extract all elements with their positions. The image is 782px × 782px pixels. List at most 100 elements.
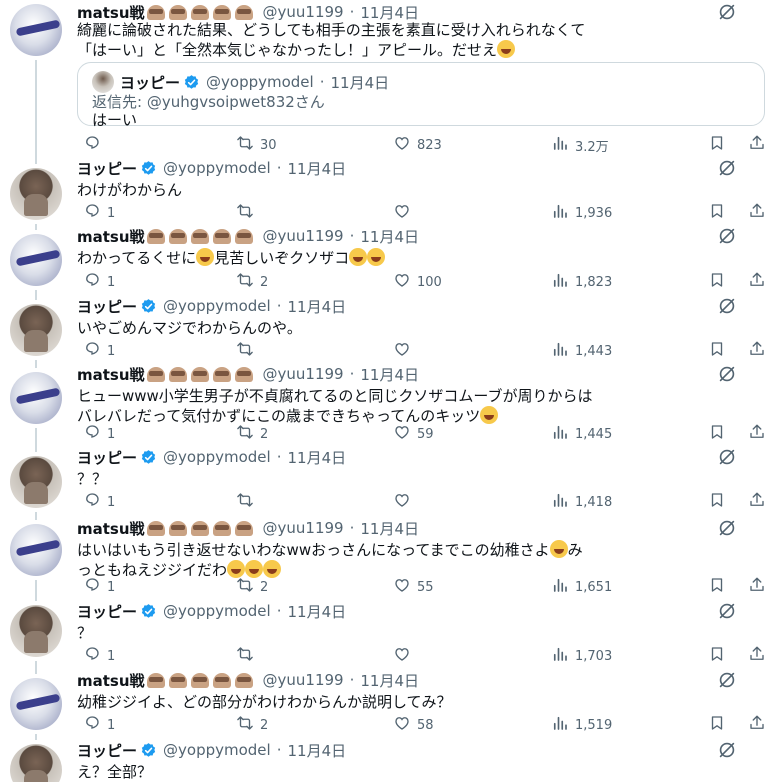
avatar[interactable]: [10, 168, 62, 220]
share-button[interactable]: [742, 341, 766, 361]
share-button[interactable]: [742, 646, 766, 666]
grok-icon[interactable]: [716, 739, 738, 761]
repost-button[interactable]: [230, 646, 260, 666]
bookmark-button[interactable]: [702, 272, 726, 292]
author-handle[interactable]: @yoppymodel: [163, 159, 271, 177]
repost-button[interactable]: [230, 341, 260, 361]
repost-button[interactable]: 2: [230, 272, 268, 292]
author-name[interactable]: matsu戦: [77, 226, 145, 247]
repost-button[interactable]: 2: [230, 577, 268, 597]
author-handle[interactable]: @yuu1199: [263, 227, 344, 245]
share-button[interactable]: [742, 577, 766, 597]
repost-button[interactable]: [230, 203, 260, 223]
views-button[interactable]: 1,823: [545, 272, 612, 292]
bookmark-button[interactable]: [702, 424, 726, 444]
author-handle[interactable]: @yoppymodel: [163, 297, 271, 315]
author-handle[interactable]: @yuu1199: [263, 3, 344, 21]
avatar[interactable]: [10, 524, 62, 576]
author-name[interactable]: ヨッピー: [77, 447, 137, 468]
views-button[interactable]: 1,651: [545, 577, 612, 597]
views-button[interactable]: 1,936: [545, 203, 612, 223]
bookmark-button[interactable]: [702, 646, 726, 666]
grok-icon[interactable]: [716, 517, 738, 539]
reply-button[interactable]: 1: [77, 646, 115, 666]
author-name[interactable]: ヨッピー: [77, 740, 137, 761]
author-handle[interactable]: @yuu1199: [263, 365, 344, 383]
like-button[interactable]: 59: [387, 424, 434, 444]
tweet-date[interactable]: 11月4日: [287, 158, 346, 179]
share-button[interactable]: [742, 272, 766, 292]
grok-icon[interactable]: [716, 225, 738, 247]
share-button[interactable]: [742, 715, 766, 735]
share-button[interactable]: [742, 135, 766, 155]
reply-button[interactable]: 1: [77, 492, 115, 512]
views-button[interactable]: 1,445: [545, 424, 612, 444]
author-handle[interactable]: @yoppymodel: [163, 448, 271, 466]
like-button[interactable]: 823: [387, 135, 442, 155]
grok-icon[interactable]: [716, 363, 738, 385]
author-handle[interactable]: @yoppymodel: [163, 602, 271, 620]
avatar[interactable]: [10, 456, 62, 508]
views-button[interactable]: 1,519: [545, 715, 612, 735]
bookmark-button[interactable]: [702, 715, 726, 735]
views-button[interactable]: 1,443: [545, 341, 612, 361]
avatar[interactable]: [10, 4, 62, 56]
share-button[interactable]: [742, 424, 766, 444]
tweet-date[interactable]: 11月4日: [360, 226, 419, 247]
reply-button[interactable]: 1: [77, 715, 115, 735]
tweet-date[interactable]: 11月4日: [360, 364, 419, 385]
repost-button[interactable]: 2: [230, 424, 268, 444]
avatar[interactable]: [10, 744, 62, 782]
like-button[interactable]: 58: [387, 715, 434, 735]
views-button[interactable]: 1,418: [545, 492, 612, 512]
repost-button[interactable]: 2: [230, 715, 268, 735]
bookmark-button[interactable]: [702, 203, 726, 223]
like-button[interactable]: [387, 341, 417, 361]
bookmark-button[interactable]: [702, 577, 726, 597]
tweet-date[interactable]: 11月4日: [360, 518, 419, 539]
tweet-date[interactable]: 11月4日: [360, 670, 419, 691]
views-button[interactable]: 1,703: [545, 646, 612, 666]
avatar[interactable]: [10, 605, 62, 657]
share-button[interactable]: [742, 492, 766, 512]
avatar[interactable]: [10, 304, 62, 356]
avatar[interactable]: [10, 678, 62, 730]
avatar[interactable]: [10, 234, 62, 286]
author-name[interactable]: ヨッピー: [77, 158, 137, 179]
reply-button[interactable]: 1: [77, 577, 115, 597]
bookmark-button[interactable]: [702, 492, 726, 512]
reply-button[interactable]: 1: [77, 424, 115, 444]
reply-button[interactable]: 1: [77, 203, 115, 223]
like-button[interactable]: 55: [387, 577, 434, 597]
repost-button[interactable]: [230, 492, 260, 512]
tweet-date[interactable]: 11月4日: [287, 601, 346, 622]
author-name[interactable]: matsu戦: [77, 364, 145, 385]
reply-button[interactable]: [77, 135, 107, 155]
author-handle[interactable]: @yuu1199: [263, 519, 344, 537]
grok-icon[interactable]: [716, 295, 738, 317]
author-handle[interactable]: @yuu1199: [263, 671, 344, 689]
author-name[interactable]: ヨッピー: [77, 296, 137, 317]
bookmark-button[interactable]: [702, 135, 726, 155]
like-button[interactable]: [387, 203, 417, 223]
grok-icon[interactable]: [716, 669, 738, 691]
like-button[interactable]: [387, 492, 417, 512]
tweet-date[interactable]: 11月4日: [287, 740, 346, 761]
author-name[interactable]: matsu戦: [77, 670, 145, 691]
like-button[interactable]: [387, 646, 417, 666]
author-handle[interactable]: @yoppymodel: [163, 741, 271, 759]
reply-button[interactable]: 1: [77, 341, 115, 361]
share-button[interactable]: [742, 203, 766, 223]
grok-icon[interactable]: [716, 600, 738, 622]
tweet-date[interactable]: 11月4日: [287, 447, 346, 468]
quoted-tweet[interactable]: ヨッピー @yoppymodel · 11月4日 返信先: @yuhgvsoipwet8…: [77, 62, 765, 129]
tweet-date[interactable]: 11月4日: [287, 296, 346, 317]
author-name[interactable]: ヨッピー: [77, 601, 137, 622]
reply-button[interactable]: 1: [77, 272, 115, 292]
bookmark-button[interactable]: [702, 341, 726, 361]
views-button[interactable]: 3.2万: [545, 135, 609, 155]
author-name[interactable]: matsu戦: [77, 518, 145, 539]
like-button[interactable]: 100: [387, 272, 442, 292]
repost-button[interactable]: 30: [230, 135, 277, 155]
avatar[interactable]: [10, 372, 62, 424]
